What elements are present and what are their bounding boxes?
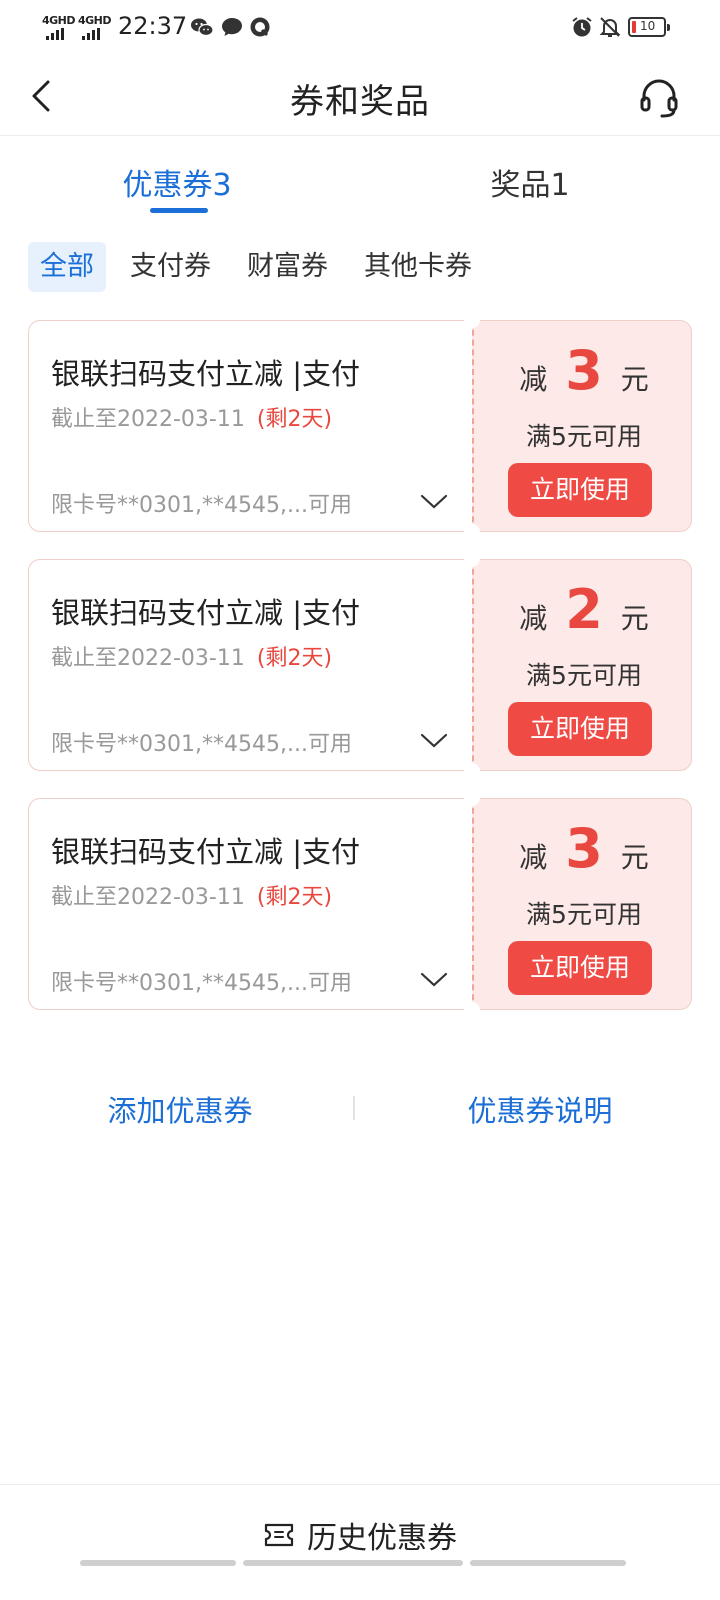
coupon-card[interactable]: 银联扫码支付立减 |支付 截止至2022-03-11 (剩2天) 限卡号**030… [28,551,692,779]
coupon-info: 银联扫码支付立减 |支付 截止至2022-03-11 (剩2天) 限卡号**030… [28,798,472,1010]
battery-icon: 10 [628,17,670,37]
bell-off-icon [599,17,621,37]
coupon-amount-prefix: 减 [519,363,548,396]
page-title: 券和奖品 [290,82,430,122]
coupon-days-remaining: (剩2天) [256,407,333,432]
tab-prizes[interactable]: 奖品1 [420,160,640,204]
status-bar: 4GHD 4GHD 22:37 10 [0,0,720,56]
coupon-value-panel: 减3元 满5元可用 立即使用 [472,798,692,1010]
message-icon [222,18,242,36]
coupon-condition: 满5元可用 [526,900,642,929]
active-tab-indicator [150,208,208,213]
network-type-label: 4GHD [78,14,112,27]
back-button[interactable] [22,74,62,118]
use-now-button[interactable]: 立即使用 [508,463,652,517]
coupon-amount-unit: 元 [620,363,649,396]
coupon-filter-bar: 全部 支付券 财富券 其他卡券 [0,238,720,294]
gesture-bar-segment [243,1560,463,1566]
coupon-expiry: 截止至2022-03-11 (剩2天) [51,401,332,433]
tab-coupons[interactable]: 优惠券3 [67,160,287,204]
chevron-left-icon [32,80,50,112]
coupon-info: 银联扫码支付立减 |支付 截止至2022-03-11 (剩2天) 限卡号**030… [28,559,472,771]
coupon-notch [464,551,480,567]
headset-icon [640,79,678,118]
history-coupons-label: 历史优惠券 [307,1521,457,1556]
coupon-title: 银联扫码支付立减 |支付 [51,596,360,630]
coupon-expiry: 截止至2022-03-11 (剩2天) [51,640,332,672]
coupon-amount-prefix: 减 [519,602,548,635]
add-coupon-link[interactable]: 添加优惠券 [0,1088,360,1130]
coupon-instructions-link[interactable]: 优惠券说明 [360,1088,720,1130]
chevron-down-icon[interactable] [419,489,449,513]
use-now-button[interactable]: 立即使用 [508,702,652,756]
coupon-card[interactable]: 银联扫码支付立减 |支付 截止至2022-03-11 (剩2天) 限卡号**030… [28,312,692,540]
coupon-amount-unit: 元 [620,841,649,874]
filter-wealth[interactable]: 财富券 [235,242,340,292]
use-now-button[interactable]: 立即使用 [508,941,652,995]
wechat-icon [191,18,214,37]
link-divider [353,1096,355,1120]
coupons-and-prizes-page: 4GHD 4GHD 22:37 10 券和奖品 优惠券3 奖品1 全部 支付券 … [0,0,720,1600]
coupon-amount: 减2元 [474,578,694,641]
coupon-amount-value: 3 [565,817,603,880]
gesture-bar-segment [470,1560,626,1566]
coupon-days-remaining: (剩2天) [256,646,333,671]
bottom-bar: 历史优惠券 [0,1484,720,1600]
chevron-down-icon[interactable] [419,728,449,752]
coupon-expiry-date: 截止至2022-03-11 [51,885,245,910]
coupon-amount-prefix: 减 [519,841,548,874]
coupon-amount-value: 2 [565,578,603,641]
coupon-card[interactable]: 银联扫码支付立减 |支付 截止至2022-03-11 (剩2天) 限卡号**030… [28,790,692,1018]
coupon-amount-unit: 元 [620,602,649,635]
signal-strength-sim2: 4GHD [78,14,112,40]
coupon-expiry: 截止至2022-03-11 (剩2天) [51,879,332,911]
coupon-amount-value: 3 [565,339,603,402]
coupon-expiry-date: 截止至2022-03-11 [51,646,245,671]
filter-other-cards[interactable]: 其他卡券 [352,242,484,292]
coupon-card-restriction: 限卡号**0301,**4545,...可用 [51,732,352,757]
history-coupons-button[interactable]: 历史优惠券 [0,1513,720,1557]
customer-service-button[interactable] [636,76,682,120]
network-type-label: 4GHD [42,14,76,27]
coupon-notch [464,1002,480,1018]
signal-strength-sim1: 4GHD [42,14,76,40]
filter-all[interactable]: 全部 [28,242,106,292]
alarm-icon [572,17,592,37]
coupon-card-restriction: 限卡号**0301,**4545,...可用 [51,493,352,518]
battery-level: 10 [640,19,656,33]
tab-bar: 优惠券3 奖品1 [0,136,720,228]
chevron-down-icon[interactable] [419,967,449,991]
coupon-card-restriction: 限卡号**0301,**4545,...可用 [51,971,352,996]
coupon-value-panel: 减3元 满5元可用 立即使用 [472,320,692,532]
nav-bar: 券和奖品 [0,56,720,136]
filter-payment[interactable]: 支付券 [118,242,223,292]
coupon-notch [464,524,480,540]
ticket-icon [264,1523,294,1547]
coupon-title: 银联扫码支付立减 |支付 [51,835,360,869]
coupon-notch [464,790,480,806]
coupon-condition: 满5元可用 [526,661,642,690]
q-app-icon [250,17,270,37]
clock: 22:37 [118,12,188,40]
coupon-amount: 减3元 [474,339,694,402]
coupon-amount: 减3元 [474,817,694,880]
coupon-value-panel: 减2元 满5元可用 立即使用 [472,559,692,771]
coupon-days-remaining: (剩2天) [256,885,333,910]
coupon-notch [464,312,480,328]
coupon-info: 银联扫码支付立减 |支付 截止至2022-03-11 (剩2天) 限卡号**030… [28,320,472,532]
coupon-expiry-date: 截止至2022-03-11 [51,407,245,432]
coupon-title: 银联扫码支付立减 |支付 [51,357,360,391]
gesture-bar-segment [80,1560,236,1566]
coupon-notch [464,763,480,779]
coupon-condition: 满5元可用 [526,422,642,451]
